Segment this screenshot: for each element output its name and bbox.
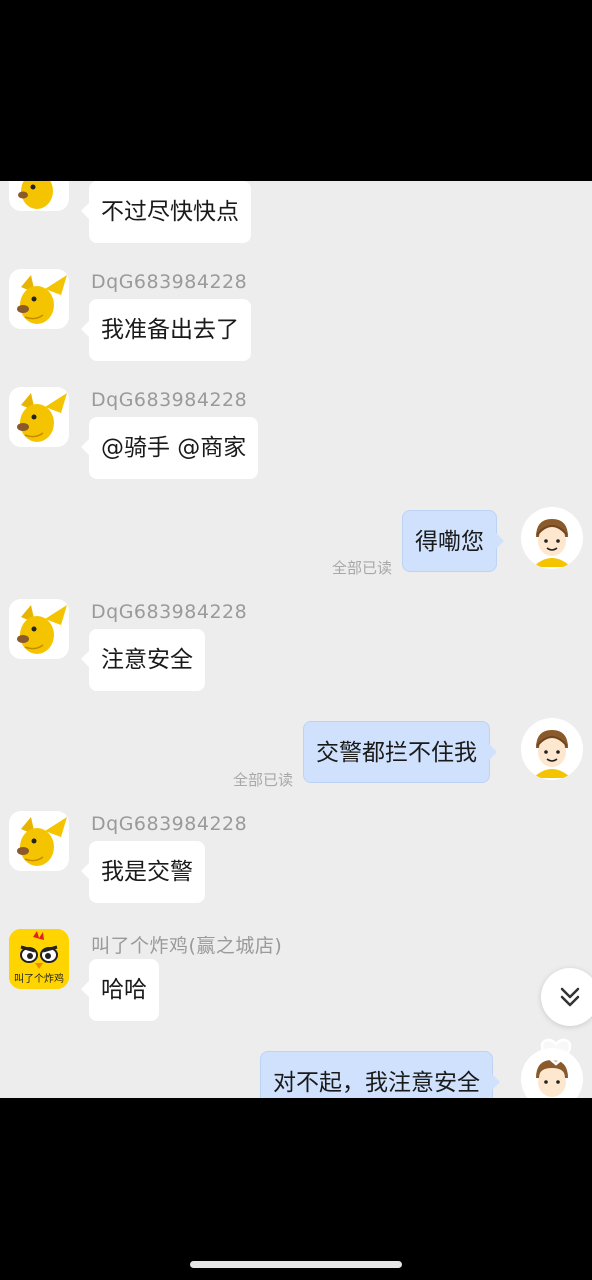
message-bubble[interactable]: 我准备出去了 (81, 299, 251, 361)
sender-name: DqG683984228 (91, 271, 248, 293)
avatar[interactable] (9, 269, 69, 329)
screen: { "messages": [ {"text": "不过尽快快点"}, {"se… (0, 0, 592, 1280)
message-bubble[interactable]: 交警都拦不住我 (303, 721, 497, 783)
home-indicator[interactable] (190, 1261, 402, 1268)
chevron-double-down-icon (560, 987, 580, 1007)
message-bubble[interactable]: 对不起，我注意安全 (260, 1051, 500, 1098)
sender-name: DqG683984228 (91, 813, 248, 835)
avatar[interactable]: 叫了个炸鸡 (9, 929, 69, 989)
message-bubble[interactable]: 我是交警 (81, 841, 205, 903)
message-bubble[interactable]: 得嘞您 (402, 510, 504, 572)
heart-icon[interactable] (540, 1038, 572, 1066)
read-status: 全部已读 (332, 559, 393, 577)
read-status: 全部已读 (233, 771, 294, 789)
scroll-to-bottom-button[interactable] (541, 968, 592, 1026)
message-bubble[interactable]: 哈哈 (81, 959, 159, 1021)
message-bubble[interactable]: @骑手 @商家 (80, 417, 259, 479)
message-bubble[interactable]: 注意安全 (81, 629, 205, 691)
avatar[interactable] (9, 387, 69, 447)
sender-name: 叫了个炸鸡(赢之城店) (91, 935, 283, 957)
sender-name: DqG683984228 (91, 389, 248, 411)
shop-logo-text: 叫了个炸鸡 (14, 974, 64, 985)
avatar[interactable] (9, 599, 69, 659)
avatar[interactable] (521, 507, 583, 569)
sender-name: DqG683984228 (91, 601, 248, 623)
avatar[interactable] (521, 718, 583, 780)
message-bubble[interactable]: 不过尽快快点 (81, 181, 251, 243)
chat-area: 不过尽快快点 DqG683984228 我准备出去了 DqG683984228 … (0, 181, 592, 1098)
avatar[interactable] (9, 181, 69, 211)
avatar[interactable] (9, 811, 69, 871)
